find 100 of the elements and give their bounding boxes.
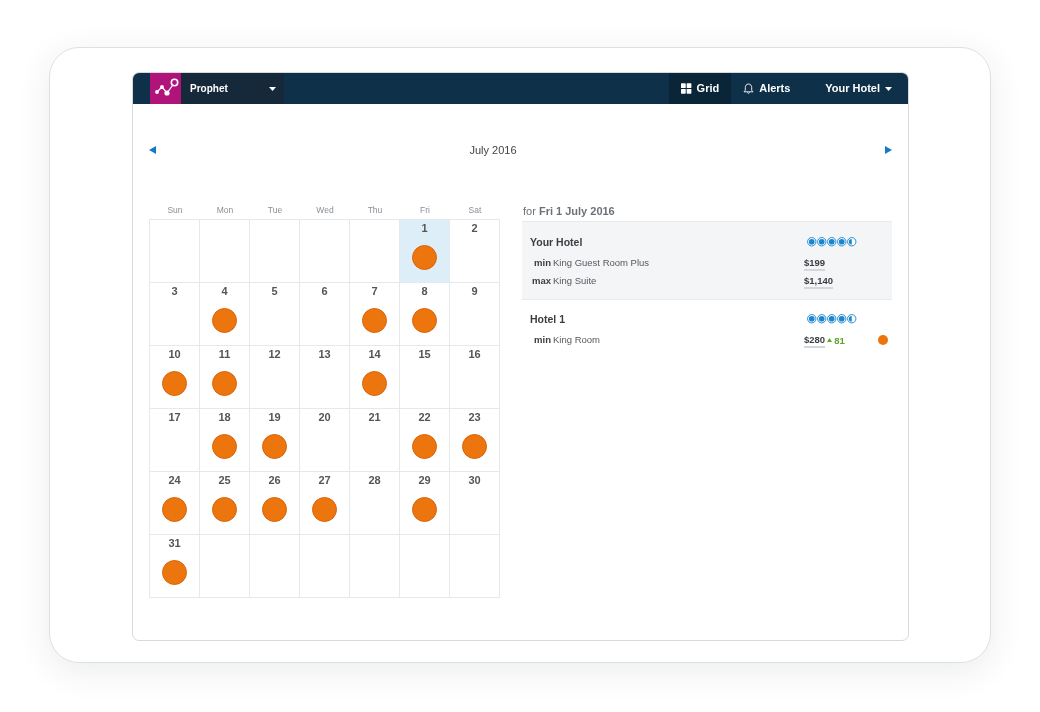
empty-day-cell [450, 535, 500, 598]
day-cell[interactable]: 21 [350, 409, 400, 472]
day-cell[interactable]: 7 [350, 283, 400, 346]
caret-icon [885, 86, 892, 91]
rate-type-label: max [531, 274, 551, 288]
weekday-label: Tue [266, 204, 284, 217]
next-month-icon[interactable] [885, 146, 892, 154]
day-number: 4 [221, 284, 228, 299]
day-number: 15 [418, 347, 431, 362]
day-number: 7 [371, 284, 378, 299]
grid-icon [681, 83, 692, 94]
day-number: 21 [368, 410, 381, 425]
day-number: 24 [168, 473, 181, 488]
rate-type-label: min [533, 333, 551, 347]
nav-tab[interactable]: Grid [669, 73, 732, 104]
day-cell[interactable]: 26 [250, 472, 300, 535]
day-cell[interactable]: 30 [450, 472, 500, 535]
bell-icon [743, 83, 755, 94]
day-number: 20 [318, 410, 331, 425]
caret-icon [269, 86, 276, 91]
day-number: 27 [318, 473, 331, 488]
room-name: King Room [553, 333, 601, 347]
room-name: King Guest Room Plus [553, 256, 651, 270]
rate-type-label: min [533, 256, 551, 270]
day-cell[interactable]: 1 [400, 220, 450, 283]
day-number: 22 [418, 410, 431, 425]
day-number: 13 [318, 347, 331, 362]
day-number: 8 [421, 284, 428, 299]
day-number: 11 [218, 347, 231, 362]
day-cell[interactable]: 14 [350, 346, 400, 409]
price-change: 81 [834, 333, 845, 347]
day-cell[interactable]: 27 [300, 472, 350, 535]
day-cell[interactable]: 23 [450, 409, 500, 472]
day-number: 6 [321, 284, 328, 299]
day-cell[interactable]: 10 [150, 346, 200, 409]
day-cell[interactable]: 22 [400, 409, 450, 472]
day-cell[interactable]: 15 [400, 346, 450, 409]
day-cell[interactable]: 5 [250, 283, 300, 346]
room-price: $199 [804, 255, 826, 271]
day-number: 30 [468, 473, 481, 488]
day-cell[interactable]: 31 [150, 535, 200, 598]
day-cell[interactable]: 16 [450, 346, 500, 409]
day-number: 17 [168, 410, 181, 425]
empty-day-cell [300, 535, 350, 598]
day-number: 16 [468, 347, 481, 362]
day-number: 29 [418, 473, 431, 488]
day-number: 14 [368, 347, 381, 362]
weekday-label: Fri [419, 204, 431, 217]
nav-tab[interactable]: Alerts [731, 73, 808, 104]
room-price: $280 [804, 332, 826, 348]
day-cell[interactable]: 8 [400, 283, 450, 346]
day-number: 26 [268, 473, 281, 488]
rating-bubble-icon [847, 237, 857, 247]
month-title: July 2016 [468, 142, 518, 158]
day-number: 28 [368, 473, 381, 488]
day-number: 23 [468, 410, 481, 425]
day-cell[interactable]: 19 [250, 409, 300, 472]
day-number: 18 [218, 410, 231, 425]
empty-day-cell [200, 535, 250, 598]
weekday-label: Mon [215, 204, 235, 217]
day-number: 31 [168, 536, 181, 551]
logo-icon[interactable] [150, 73, 181, 104]
weekday-label: Sat [467, 204, 483, 217]
weekday-label: Thu [366, 204, 384, 217]
previous-month-icon[interactable] [149, 146, 156, 154]
date-heading: for Fri 1 July 2016 [522, 204, 616, 219]
weekday-label: Sun [166, 204, 184, 217]
day-number: 3 [171, 284, 178, 299]
day-cell[interactable]: 13 [300, 346, 350, 409]
day-cell[interactable]: 29 [400, 472, 450, 535]
empty-day-cell [350, 535, 400, 598]
product-dropdown[interactable]: Prophet [181, 73, 284, 104]
day-cell[interactable]: 28 [350, 472, 400, 535]
day-number: 25 [218, 473, 231, 488]
day-cell[interactable]: 6 [300, 283, 350, 346]
day-number: 19 [268, 410, 281, 425]
room-name: King Suite [553, 274, 598, 288]
day-cell[interactable]: 4 [200, 283, 250, 346]
day-cell[interactable]: 11 [200, 346, 250, 409]
day-number: 1 [421, 221, 428, 236]
room-price: $1,140 [804, 273, 834, 289]
day-number: 12 [268, 347, 281, 362]
hotel-dropdown[interactable]: Your Hotel [807, 73, 900, 104]
day-cell[interactable]: 12 [250, 346, 300, 409]
day-cell[interactable]: 24 [150, 472, 200, 535]
day-number: 5 [271, 284, 278, 299]
day-cell[interactable]: 3 [150, 283, 200, 346]
day-cell[interactable]: 17 [150, 409, 200, 472]
day-number: 9 [471, 284, 478, 299]
empty-day-cell [400, 535, 450, 598]
day-cell[interactable]: 9 [450, 283, 500, 346]
day-cell[interactable]: 25 [200, 472, 250, 535]
hotel-name: Hotel 1 [530, 312, 566, 327]
day-cell[interactable]: 20 [300, 409, 350, 472]
empty-day-cell [250, 535, 300, 598]
day-cell[interactable]: 18 [200, 409, 250, 472]
weekday-label: Wed [315, 204, 335, 217]
day-number: 10 [168, 347, 181, 362]
day-cell[interactable]: 2 [450, 220, 500, 283]
hotel-name: Your Hotel [530, 235, 584, 250]
